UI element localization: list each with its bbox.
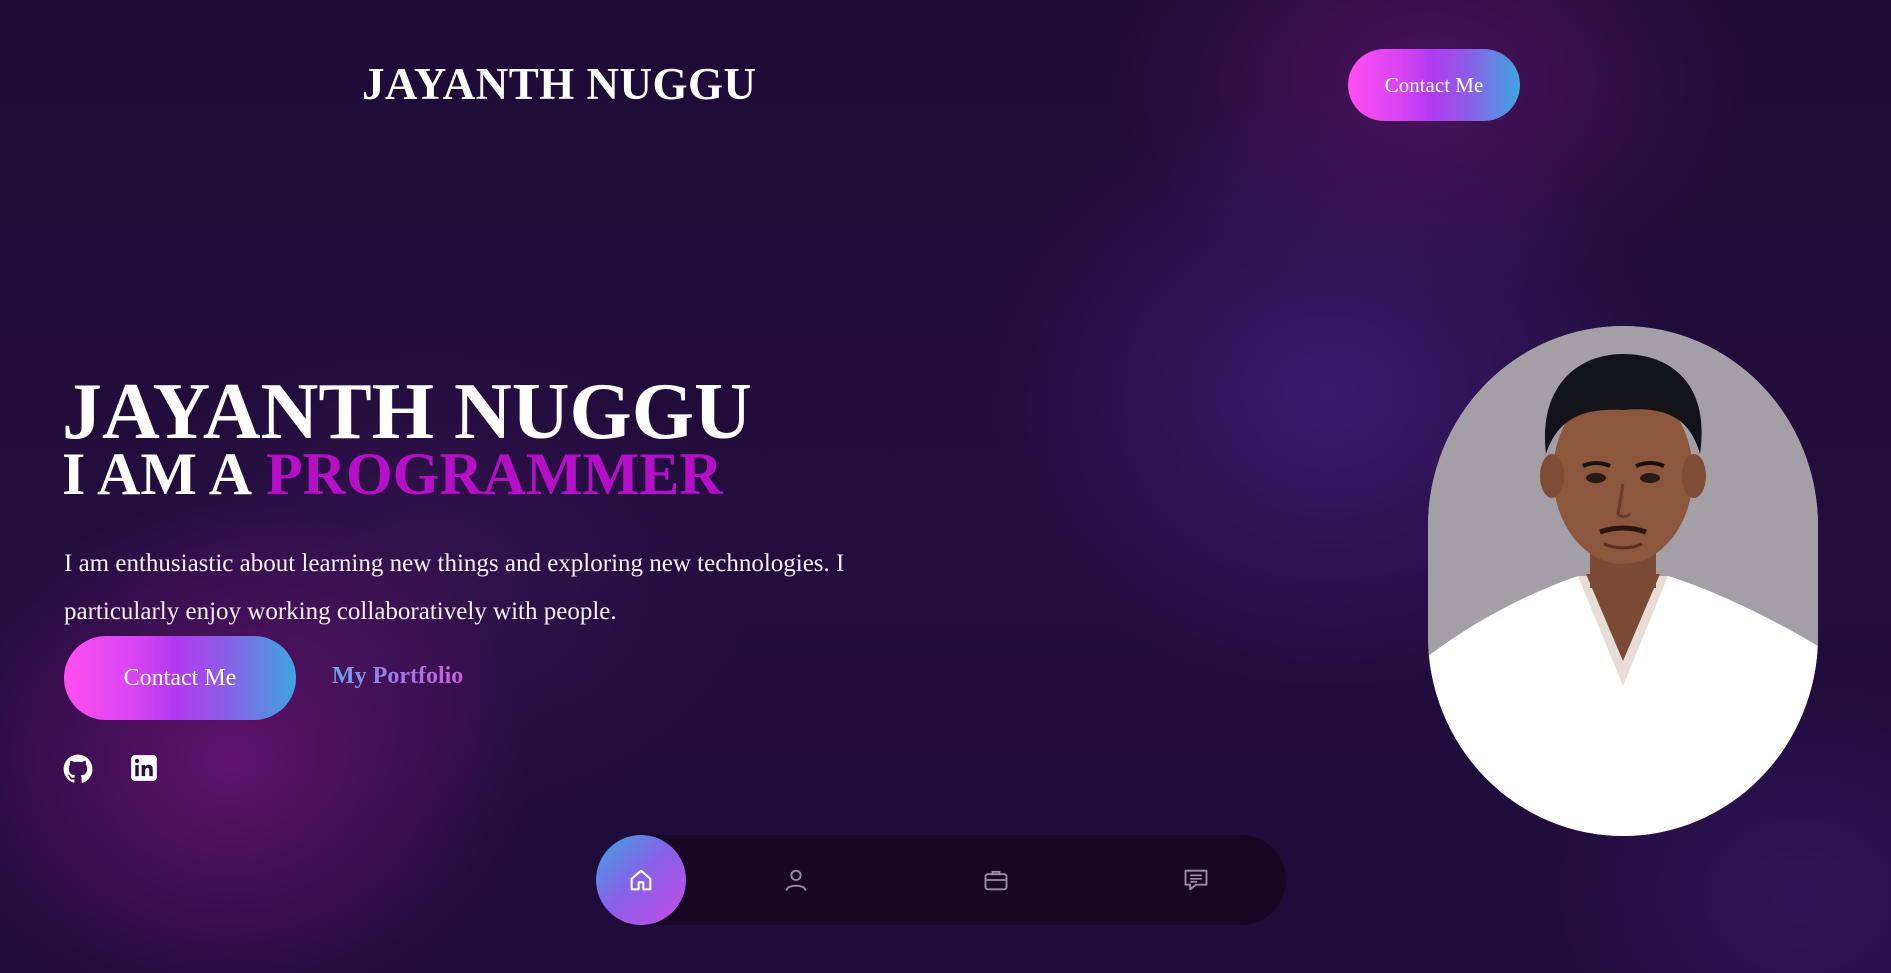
site-brand[interactable]: JAYANTH NUGGU [362,58,757,110]
linkedin-icon-glyph [131,755,157,781]
message-icon [1184,869,1208,891]
home-icon [630,869,652,891]
hero-role: I AM A PROGRAMMER [62,440,723,508]
header-contact-button[interactable]: Contact Me [1348,49,1520,121]
hero-role-highlight: PROGRAMMER [266,441,723,507]
briefcase-icon [984,870,1008,891]
nav-home[interactable] [596,835,686,925]
bottom-nav [596,835,1286,925]
portfolio-link[interactable]: My Portfolio [332,663,463,690]
nav-contact[interactable] [1151,835,1241,925]
nav-about[interactable] [751,835,841,925]
user-icon [785,869,807,891]
portfolio-page: JAYANTH NUGGU Contact Me JAYANTH NUGGU I… [0,0,1891,973]
linkedin-icon[interactable] [130,754,160,784]
github-icon-glyph [63,754,93,783]
nav-portfolio[interactable] [951,835,1041,925]
hero-contact-button[interactable]: Contact Me [64,636,296,720]
profile-portrait-illustration [1428,326,1818,836]
profile-photo [1428,326,1818,836]
github-icon[interactable] [63,754,93,784]
hero-description: I am enthusiastic about learning new thi… [64,550,845,625]
hero-role-prefix: I AM A [62,441,253,507]
